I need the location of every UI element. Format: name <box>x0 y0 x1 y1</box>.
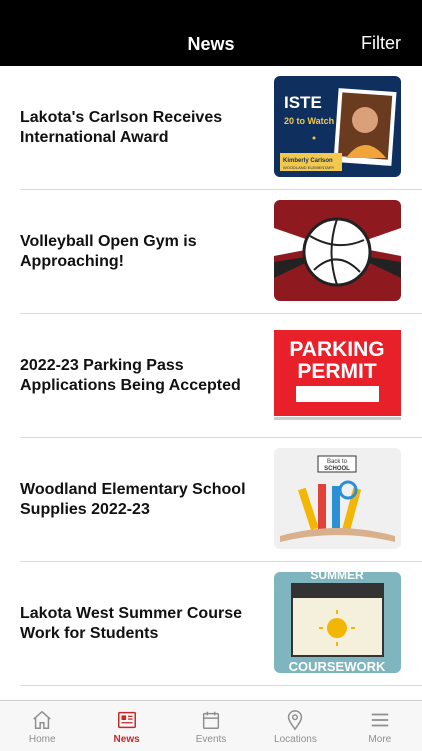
news-list: Lakota's Carlson Receives International … <box>0 66 422 686</box>
home-icon <box>33 710 51 729</box>
iste-logo-text: ISTE <box>284 93 322 112</box>
news-headline: Volleyball Open Gym is Approaching! <box>20 232 197 270</box>
tab-more[interactable]: More <box>338 701 422 751</box>
summer-label: SUMMER <box>310 572 364 582</box>
tab-news[interactable]: News <box>84 701 168 751</box>
news-item[interactable]: Woodland Elementary School Supplies 2022… <box>20 438 422 562</box>
news-headline: Lakota's Carlson Receives International … <box>20 108 223 146</box>
news-item[interactable]: 2022-23 Parking Pass Applications Being … <box>20 314 422 438</box>
tab-home[interactable]: Home <box>0 701 84 751</box>
school-sign-line2: SCHOOL <box>324 466 350 472</box>
award-caption-school: WOODLAND ELEMENTARY <box>283 165 335 170</box>
parking-line1: PARKING <box>289 338 384 361</box>
news-headline: Lakota West Summer Course Work for Stude… <box>20 604 242 642</box>
news-icon <box>117 711 136 729</box>
parking-line2: PERMIT <box>297 360 377 383</box>
news-headline: 2022-23 Parking Pass Applications Being … <box>20 356 241 394</box>
news-item[interactable]: Volleyball Open Gym is Approaching! <box>20 190 422 314</box>
menu-icon <box>371 713 389 727</box>
tab-label: More <box>368 734 392 745</box>
bottom-tab-bar: Home News Events Locations More <box>0 700 422 751</box>
calendar-icon <box>202 711 220 729</box>
tab-label: Events <box>195 734 227 745</box>
iste-subtitle: 20 to Watch <box>284 116 334 126</box>
news-thumbnail: Back to SCHOOL <box>274 448 401 549</box>
page-title: News <box>187 34 235 54</box>
tab-label: Locations <box>274 734 317 745</box>
coursework-label: COURSEWORK <box>289 659 386 673</box>
filter-button[interactable]: Filter <box>361 33 401 54</box>
news-item[interactable]: Lakota West Summer Course Work for Stude… <box>20 562 422 686</box>
news-thumbnail: ISTE 20 to Watch Kimberly Carlson WOODLA… <box>274 76 401 177</box>
location-pin-icon <box>288 710 303 731</box>
tab-label: Home <box>28 734 56 745</box>
tab-locations[interactable]: Locations <box>253 701 337 751</box>
news-thumbnail: SUMMER COURSEWORK <box>274 572 401 673</box>
award-caption: Kimberly Carlson <box>283 158 333 164</box>
news-thumbnail <box>274 200 401 301</box>
news-item[interactable]: Lakota's Carlson Receives International … <box>20 66 422 190</box>
top-navigation-bar: News Filter <box>0 0 422 66</box>
news-thumbnail: PARKING PERMIT <box>274 324 401 425</box>
tab-label: News <box>113 734 140 745</box>
school-sign-line1: Back to <box>327 459 348 465</box>
tab-events[interactable]: Events <box>169 701 253 751</box>
news-headline: Woodland Elementary School Supplies 2022… <box>20 480 246 518</box>
